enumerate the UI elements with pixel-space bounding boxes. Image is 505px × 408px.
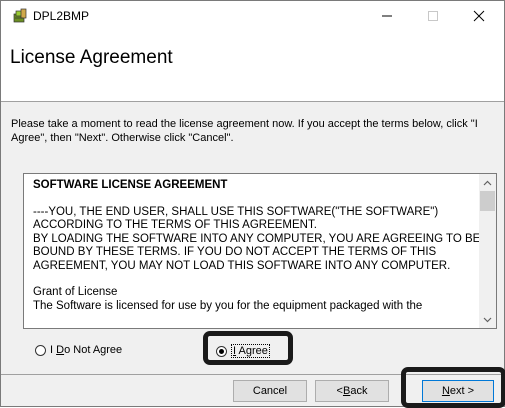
- close-button[interactable]: [456, 1, 502, 31]
- window-title: DPL2BMP: [33, 9, 90, 23]
- do-not-agree-radio[interactable]: I Do Not Agree: [35, 344, 122, 356]
- license-line: BY LOADING THE SOFTWARE INTO ANY COMPUTE…: [33, 232, 479, 245]
- installer-window: DPL2BMP License Agreement Please take a …: [0, 0, 505, 408]
- license-line: BOUND BY THESE TERMS. IF YOU DO NOT ACCE…: [33, 246, 437, 258]
- title-bar: DPL2BMP: [1, 1, 504, 31]
- page-header: License Agreement: [1, 31, 504, 102]
- minimize-button[interactable]: [364, 1, 410, 31]
- agree-highlight-box: [203, 331, 293, 365]
- minimize-icon: [382, 15, 392, 17]
- next-highlight-box: [401, 367, 505, 408]
- maximize-icon: [428, 11, 438, 21]
- license-heading: SOFTWARE LICENSE AGREEMENT: [33, 179, 228, 191]
- radio-button-unchecked[interactable]: [35, 344, 46, 356]
- license-text: SOFTWARE LICENSE AGREEMENT ----YOU, THE …: [24, 174, 479, 328]
- chevron-down-icon: [483, 317, 492, 322]
- license-text-box[interactable]: SOFTWARE LICENSE AGREEMENT ----YOU, THE …: [23, 173, 497, 329]
- license-line: ----YOU, THE END USER, SHALL USE THIS SO…: [33, 205, 439, 218]
- license-scrollbar[interactable]: [479, 174, 496, 328]
- scroll-down-button[interactable]: [479, 311, 496, 328]
- license-line: AGREEMENT, YOU MAY NOT LOAD THIS SOFTWAR…: [33, 259, 451, 272]
- cancel-button[interactable]: Cancel: [233, 380, 307, 402]
- maximize-button[interactable]: [410, 1, 456, 31]
- grant-heading: Grant of License: [33, 286, 118, 298]
- do-not-agree-label: I Do Not Agree: [50, 344, 123, 356]
- back-button[interactable]: < Back: [315, 380, 389, 402]
- installer-app-icon: [12, 8, 28, 24]
- scroll-up-button[interactable]: [479, 174, 496, 191]
- license-line: The Software is licensed for use by you …: [33, 299, 423, 312]
- page-title: License Agreement: [10, 47, 173, 68]
- chevron-up-icon: [483, 180, 492, 185]
- close-icon: [473, 10, 485, 22]
- scroll-thumb[interactable]: [480, 191, 495, 211]
- instructions-text: Please take a moment to read the license…: [11, 118, 478, 144]
- license-line: ACCORDING TO THE TERMS OF THIS AGREEMENT…: [33, 219, 317, 231]
